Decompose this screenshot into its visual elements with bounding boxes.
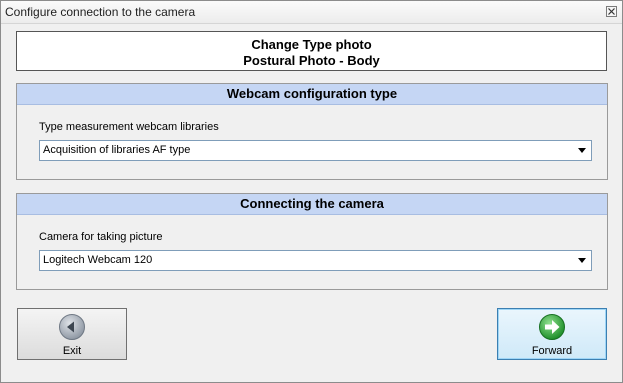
- header-title: Change Type photo: [251, 37, 372, 52]
- webcam-library-select[interactable]: Acquisition of libraries AF type: [39, 140, 592, 161]
- forward-button-label: Forward: [531, 345, 573, 357]
- close-button[interactable]: [606, 6, 617, 17]
- exit-button[interactable]: Exit: [17, 308, 127, 360]
- camera-connection-group: Connecting the camera Camera for taking …: [16, 193, 608, 290]
- chevron-down-icon[interactable]: [578, 258, 586, 263]
- forward-button[interactable]: Forward: [497, 308, 607, 360]
- camera-select-value: Logitech Webcam 120: [43, 254, 153, 266]
- photo-type-header: Change Type photo Postural Photo - Body: [16, 31, 607, 71]
- webcam-configuration-group: Webcam configuration type Type measureme…: [16, 83, 608, 180]
- header-subtitle: Postural Photo - Body: [243, 53, 380, 68]
- exit-button-label: Exit: [62, 345, 82, 357]
- camera-connection-title: Connecting the camera: [17, 194, 607, 215]
- webcam-configuration-title: Webcam configuration type: [17, 84, 607, 105]
- chevron-down-icon[interactable]: [578, 148, 586, 153]
- webcam-library-value: Acquisition of libraries AF type: [43, 144, 191, 156]
- camera-select-label: Camera for taking picture: [39, 231, 163, 243]
- window-title: Configure connection to the camera: [5, 5, 196, 19]
- title-bar: Configure connection to the camera: [1, 1, 622, 24]
- webcam-library-label: Type measurement webcam libraries: [39, 121, 219, 133]
- close-icon: [608, 8, 615, 15]
- forward-arrow-icon: [539, 314, 565, 340]
- back-arrow-icon: [59, 314, 85, 340]
- dialog-window: Configure connection to the camera Chang…: [0, 0, 623, 383]
- camera-select[interactable]: Logitech Webcam 120: [39, 250, 592, 271]
